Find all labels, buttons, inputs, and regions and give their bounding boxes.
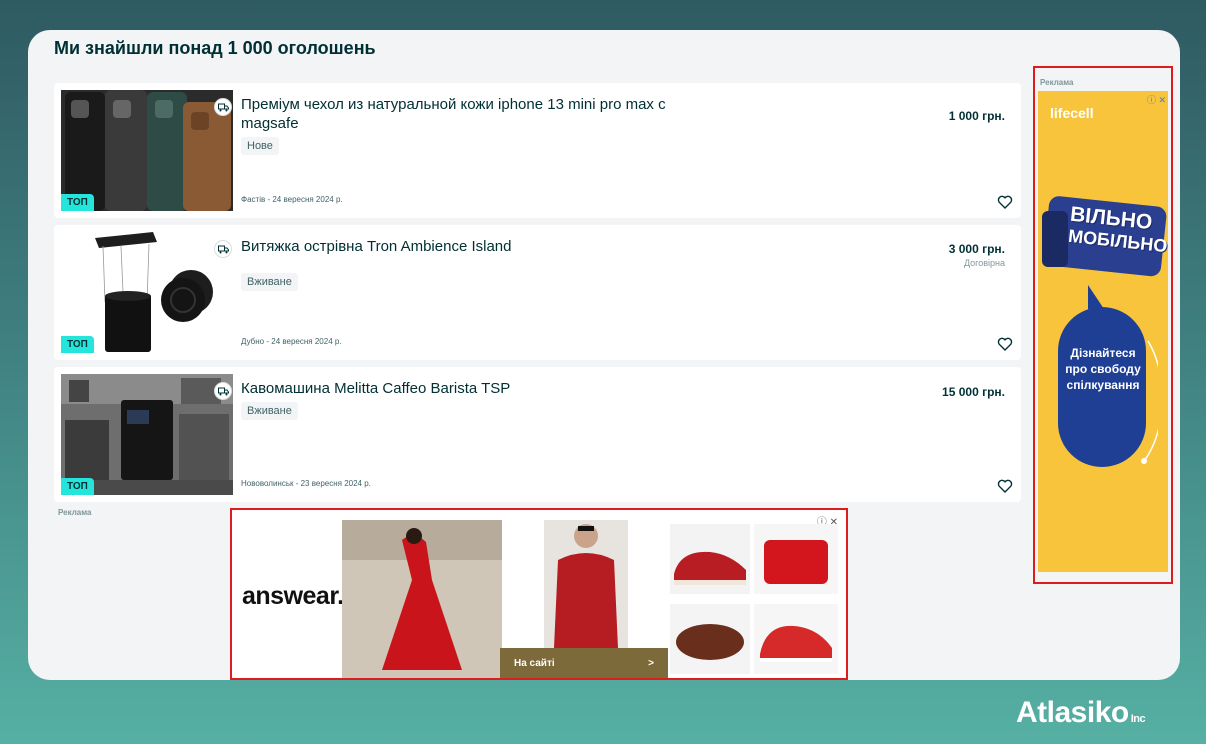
condition-tag: Нове bbox=[241, 137, 279, 155]
favorite-heart-icon[interactable] bbox=[997, 194, 1013, 210]
shoes-and-bag-product-grid bbox=[670, 524, 838, 674]
atlasiko-brand: Atlasiko Inc bbox=[1016, 696, 1146, 730]
negotiable-label: Договірна bbox=[963, 258, 1005, 268]
favorite-heart-icon[interactable] bbox=[997, 478, 1013, 494]
listing-item[interactable]: ТОП Преміум чехол из натуральной кожи ip… bbox=[54, 83, 1021, 218]
listing-item[interactable]: ТОП Кавомашина Melitta Caffeo Barista TS… bbox=[54, 367, 1021, 502]
lifecell-banner[interactable]: lifecell ⓘ ✕ ВІЛЬНО МОБІЛЬНО Дізнайтеся … bbox=[1038, 91, 1168, 572]
cta-label: На сайті bbox=[514, 657, 555, 669]
lifecell-logo: lifecell bbox=[1050, 105, 1094, 121]
top-badge: ТОП bbox=[61, 194, 94, 211]
listing-price: 15 000 грн. bbox=[942, 385, 1005, 399]
listing-thumbnail[interactable]: ТОП bbox=[61, 90, 233, 211]
ad-label-bottom: Реклама bbox=[58, 508, 92, 517]
answear-logo: answear. bbox=[242, 582, 344, 610]
listing-list: ТОП Преміум чехол из натуральной кожи ip… bbox=[54, 83, 1021, 509]
brand-name: Atlasiko bbox=[1016, 696, 1129, 729]
top-badge: ТОП bbox=[61, 478, 94, 495]
brand-suffix: Inc bbox=[1130, 713, 1146, 725]
right-ad-frame: lifecell ⓘ ✕ ВІЛЬНО МОБІЛЬНО Дізнайтеся … bbox=[1033, 66, 1173, 584]
go-to-site-button[interactable]: На сайті > bbox=[500, 648, 668, 678]
search-results-card: Ми знайшли понад 1 000 оголошень ТОП Пре… bbox=[28, 30, 1180, 680]
listing-thumbnail[interactable]: ТОП bbox=[61, 374, 233, 495]
ad-info-close-icon[interactable]: ⓘ ✕ bbox=[1147, 93, 1166, 106]
listing-thumbnail[interactable]: ТОП bbox=[61, 232, 233, 353]
listing-title[interactable]: Преміум чехол из натуральной кожи iphone… bbox=[241, 95, 721, 133]
location-date: Фастів - 24 вересня 2024 р. bbox=[241, 195, 343, 204]
location-date: Нововолинськ - 23 вересня 2024 р. bbox=[241, 479, 371, 488]
condition-tag: Вживане bbox=[241, 273, 298, 291]
listing-item[interactable]: ТОП Витяжка острівна Tron Ambience Islan… bbox=[54, 225, 1021, 360]
delivery-truck-icon bbox=[214, 240, 232, 258]
listing-title[interactable]: Кавомашина Melitta Caffeo Barista TSP bbox=[241, 379, 721, 398]
results-headline: Ми знайшли понад 1 000 оголошень bbox=[54, 38, 376, 58]
favorite-heart-icon[interactable] bbox=[997, 336, 1013, 352]
delivery-truck-icon bbox=[214, 382, 232, 400]
listing-title[interactable]: Витяжка острівна Tron Ambience Island bbox=[241, 237, 721, 256]
chevron-right-icon: > bbox=[648, 657, 654, 669]
top-badge: ТОП bbox=[61, 336, 94, 353]
location-date: Дубно - 24 вересня 2024 р. bbox=[241, 337, 342, 346]
bubble-text: Дізнайтеся про свободу спілкування bbox=[1065, 346, 1141, 392]
fashion-photo-red-cardigan bbox=[544, 520, 628, 648]
listing-price: 3 000 грн. bbox=[948, 242, 1005, 256]
fashion-photo-red-dress bbox=[342, 520, 502, 678]
condition-tag: Вживане bbox=[241, 402, 298, 420]
answear-banner[interactable]: ⓘ ✕ answear. На сайті > bbox=[230, 508, 848, 680]
listing-price: 1 000 грн. bbox=[948, 109, 1005, 123]
delivery-truck-icon bbox=[214, 98, 232, 116]
